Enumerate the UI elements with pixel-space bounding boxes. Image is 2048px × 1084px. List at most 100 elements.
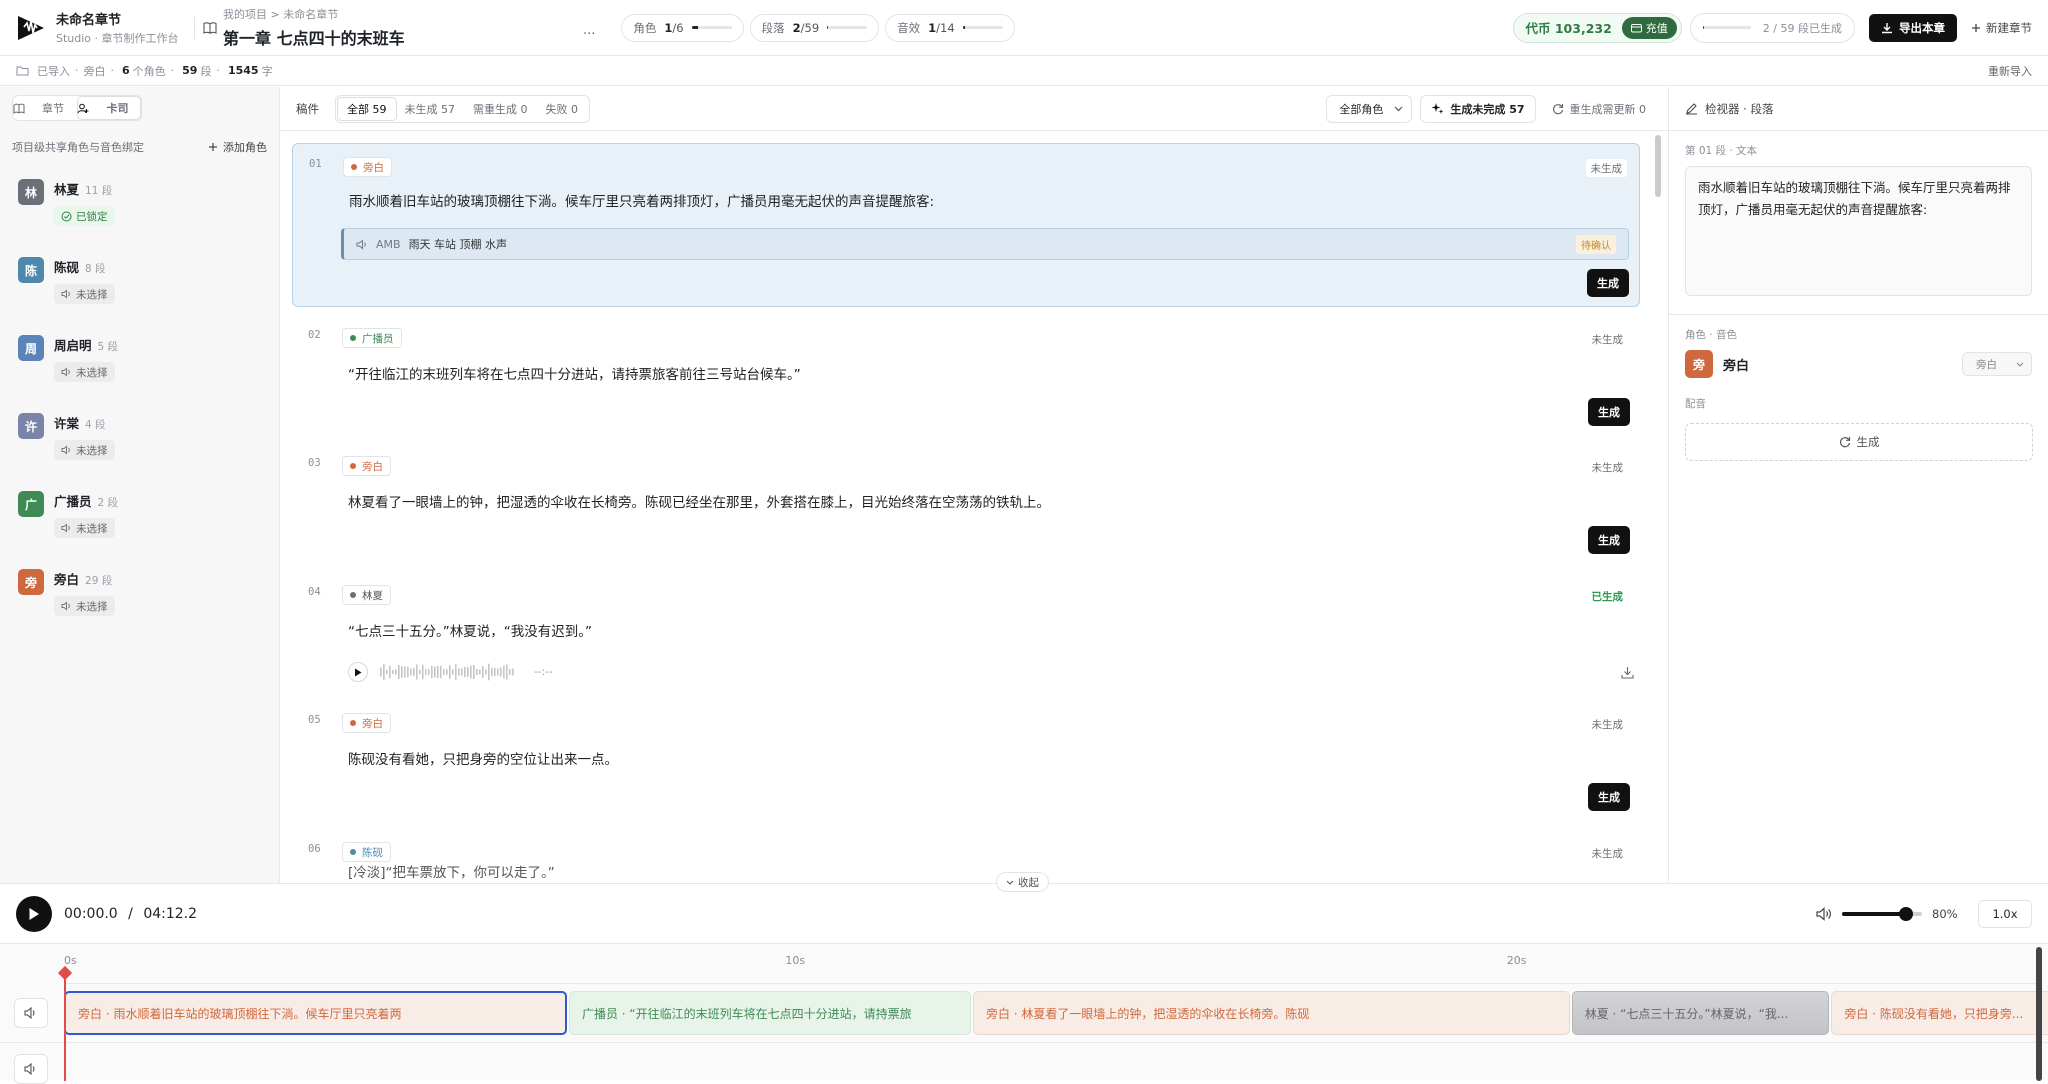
role-chip[interactable]: 陈砚	[342, 842, 391, 862]
roles-label: 个角色	[132, 64, 166, 78]
manuscript-label: 稿件	[296, 101, 319, 116]
paragraph-status: 未生成	[1591, 718, 1624, 731]
tab-chapters[interactable]: 章节	[13, 96, 77, 120]
chevron-down-icon	[1006, 880, 1014, 885]
tab-cast[interactable]: 卡司	[77, 96, 141, 120]
inspector-role-select[interactable]: 旁白	[1962, 352, 2032, 376]
paragraph-text[interactable]: 雨水顺着旧车站的玻璃顶棚往下淌。候车厅里只亮着两排顶灯，广播员用毫无起伏的声音提…	[349, 192, 934, 212]
role-item[interactable]: 林林夏 11 段已锁定	[0, 179, 279, 235]
download-icon[interactable]	[1621, 666, 1634, 679]
role-voice-badge[interactable]: 未选择	[54, 284, 115, 304]
stat-pill-sfx[interactable]: 音效 1/14	[885, 13, 1015, 42]
paragraph-number: 04	[308, 586, 321, 598]
role-dot-icon	[351, 164, 357, 170]
role-dot-icon	[350, 592, 356, 598]
inspector-text-area[interactable]: 雨水顺着旧车站的玻璃顶棚往下淌。候车厅里只亮着两排顶灯，广播员用毫无起伏的声音提…	[1685, 166, 2032, 296]
brand[interactable]: 未命名章节 Studio · 章节制作工作台	[16, 9, 186, 46]
role-item[interactable]: 周周启明 5 段未选择	[0, 335, 279, 391]
role-chip[interactable]: 旁白	[342, 456, 391, 476]
paragraph-card[interactable]: 04 林夏 已生成 “七点三十五分。”林夏说，“我没有迟到。” --:--	[292, 572, 1640, 692]
recharge-button[interactable]: 充值	[1621, 16, 1677, 39]
timecode: 00:00.0 / 04:12.2	[64, 906, 197, 922]
role-chip[interactable]: 旁白	[343, 157, 392, 177]
time-ruler[interactable]: 0s 10s 20s	[64, 944, 2036, 984]
paragraph-text[interactable]: “七点三十五分。”林夏说，“我没有迟到。”	[348, 622, 592, 642]
timeline-clip[interactable]: 旁白 · 林夏看了一眼墙上的钟，把湿透的伞收在长椅旁。陈砚	[972, 991, 1570, 1035]
filter-needs-regen[interactable]: 需重生成 0	[464, 98, 537, 120]
role-item[interactable]: 陈陈砚 8 段未选择	[0, 257, 279, 313]
filter-all[interactable]: 全部 59	[338, 97, 396, 120]
book-icon[interactable]	[203, 21, 217, 35]
timeline-clip[interactable]: 旁白 · 雨水顺着旧车站的玻璃顶棚往下淌。候车厅里只亮着两	[64, 991, 567, 1035]
filter-not-generated[interactable]: 未生成 57	[396, 98, 465, 120]
title-block: 我的项目 > 未命名章节 第一章 七点四十的末班车	[223, 6, 583, 49]
waveform[interactable]	[380, 661, 516, 683]
more-menu-button[interactable]: ···	[583, 27, 595, 42]
role-chip[interactable]: 旁白	[342, 713, 391, 733]
generate-button[interactable]: 生成	[1587, 269, 1629, 297]
volume-slider[interactable]	[1842, 906, 1922, 921]
collapse-label: 收起	[1018, 876, 1039, 889]
paragraph-card[interactable]: 06 陈砚 未生成 [冷淡]“把车票放下，你可以走了。”	[292, 829, 1640, 883]
generate-button[interactable]: 生成	[1588, 398, 1630, 426]
divider	[194, 16, 195, 39]
generate-pending-button[interactable]: 生成未完成 57	[1420, 94, 1536, 123]
role-chip[interactable]: 林夏	[342, 585, 391, 605]
add-role-button[interactable]: 添加角色	[208, 139, 267, 155]
paragraph-card[interactable]: 02 广播员 未生成 “开往临江的末班列车将在七点四十分进站，请持票旅客前往三号…	[292, 315, 1640, 435]
volume-icon[interactable]	[1816, 906, 1832, 921]
generate-button[interactable]: 生成	[1588, 526, 1630, 554]
speaker-icon	[61, 367, 70, 377]
role-item[interactable]: 许许棠 4 段未选择	[0, 413, 279, 469]
ambience-cue[interactable]: AMB 雨天 车站 顶棚 水声 待确认	[341, 228, 1629, 260]
role-voice-badge[interactable]: 未选择	[54, 362, 115, 382]
role-voice-badge[interactable]: 未选择	[54, 440, 115, 460]
role-voice-badge[interactable]: 已锁定	[54, 206, 115, 226]
breadcrumb[interactable]: 我的项目 > 未命名章节	[223, 6, 583, 22]
timeline-scrollbar[interactable]	[2036, 947, 2042, 1081]
role-count: 29 段	[85, 575, 113, 587]
reimport-button[interactable]: 重新导入	[1988, 63, 2032, 79]
role-voice-badge[interactable]: 未选择	[54, 596, 115, 616]
playhead[interactable]	[57, 965, 73, 1081]
timeline-clip[interactable]: 广播员 · “开往临江的末班列车将在七点四十分进站，请持票旅	[568, 991, 971, 1035]
collapse-button[interactable]: 收起	[996, 872, 1049, 892]
play-button[interactable]	[348, 662, 368, 682]
role-item[interactable]: 广广播员 2 段未选择	[0, 491, 279, 547]
ruler-tick: 0s	[64, 954, 77, 967]
role-voice-badge[interactable]: 未选择	[54, 518, 115, 538]
new-chapter-button[interactable]: 新建章节	[1971, 20, 2032, 36]
role-item[interactable]: 旁旁白 29 段未选择	[0, 569, 279, 625]
inspector-dub-label: 配音	[1685, 398, 1706, 410]
para-label: 段	[200, 64, 212, 78]
paragraph-text[interactable]: “开往临江的末班列车将在七点四十分进站，请持票旅客前往三号站台候车。”	[348, 365, 801, 385]
role-chip[interactable]: 广播员	[342, 328, 402, 348]
inspector-role-name: 旁白	[1723, 358, 1750, 374]
volume-slider-thumb[interactable]	[1899, 906, 1913, 921]
filter-failed[interactable]: 失败 0	[537, 98, 588, 120]
volume-control: 80%	[1816, 906, 1966, 921]
export-chapter-button[interactable]: 导出本章	[1869, 13, 1957, 42]
chapter-title[interactable]: 第一章 七点四十的末班车	[223, 25, 583, 49]
list-scrollbar[interactable]	[1654, 133, 1662, 879]
paragraph-text[interactable]: [冷淡]“把车票放下，你可以走了。”	[348, 863, 555, 883]
inspector-generate-button[interactable]: 生成	[1685, 423, 2033, 461]
paragraph-text[interactable]: 陈砚没有看她，只把身旁的空位让出来一点。	[348, 750, 618, 770]
paragraph-card[interactable]: 03 旁白 未生成 林夏看了一眼墙上的钟，把湿透的伞收在长椅旁。陈砚已经坐在那里…	[292, 443, 1640, 563]
role-dot-icon	[350, 849, 356, 855]
timeline-clip[interactable]: 旁白 · 陈砚没有看她，只把身旁...	[1831, 991, 2048, 1035]
stat-pill-paragraphs[interactable]: 段落 2/59	[749, 13, 880, 42]
paragraph-card[interactable]: 05 旁白 未生成 陈砚没有看她，只把身旁的空位让出来一点。 生成	[292, 700, 1640, 820]
paragraph-card[interactable]: 01 旁白 未生成 雨水顺着旧车站的玻璃顶棚往下淌。候车厅里只亮着两排顶灯，广播…	[292, 143, 1640, 307]
timeline-clip[interactable]: 林夏 · “七点三十五分。”林夏说，“我...	[1571, 991, 1830, 1035]
stat-progress-bar	[691, 26, 732, 29]
track-voice-mute-toggle[interactable]	[14, 998, 48, 1028]
playback-speed-button[interactable]: 1.0x	[1978, 899, 2032, 928]
generate-button[interactable]: 生成	[1588, 783, 1630, 811]
paragraph-text[interactable]: 林夏看了一眼墙上的钟，把湿透的伞收在长椅旁。陈砚已经坐在那里，外套搭在膝上，目光…	[348, 493, 1050, 513]
main-play-button[interactable]	[16, 895, 52, 932]
role-filter-select[interactable]: 全部角色	[1326, 94, 1413, 123]
total-time: 04:12.2	[143, 905, 198, 922]
regen-updated-button[interactable]: 重生成需更新 0	[1546, 95, 1653, 123]
stat-pill-roles[interactable]: 角色 1/6	[621, 13, 744, 42]
